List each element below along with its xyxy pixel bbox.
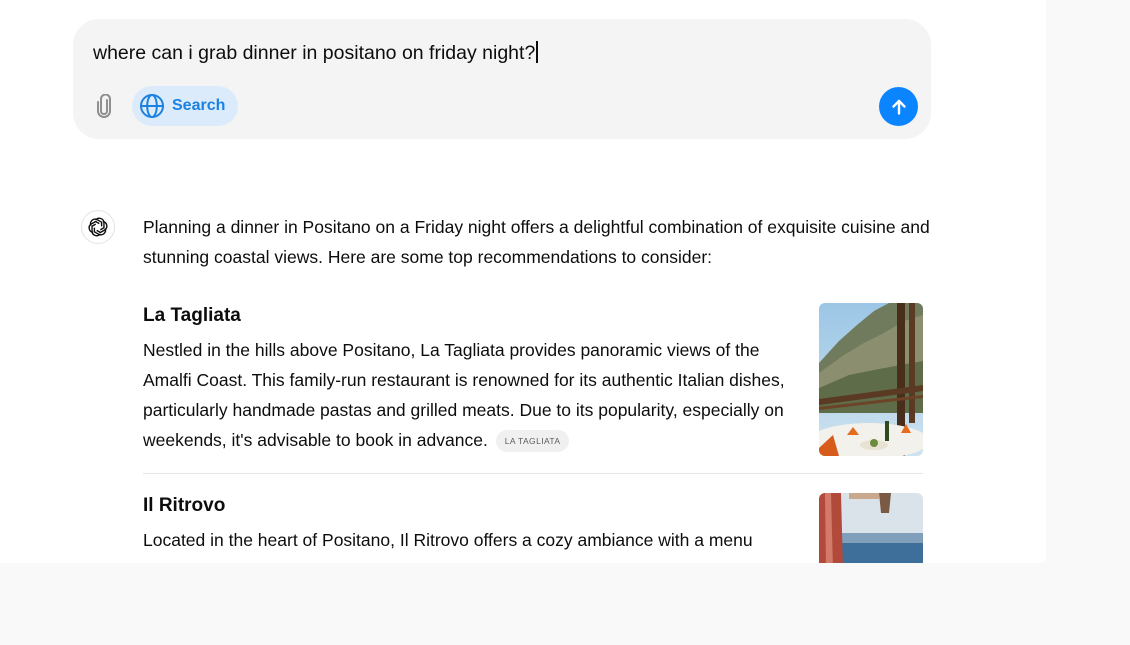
- attach-button[interactable]: [91, 92, 117, 120]
- search-label: Search: [172, 97, 226, 114]
- restaurant-photo[interactable]: [819, 493, 923, 563]
- recommendation-card: Il Ritrovo Located in the heart of Posit…: [143, 493, 923, 563]
- message-input-text: where can i grab dinner in positano on f…: [93, 42, 536, 64]
- search-toggle-button[interactable]: Search: [132, 86, 238, 126]
- message-composer: where can i grab dinner in positano on f…: [73, 19, 931, 139]
- recommendation-description: Located in the heart of Positano, Il Rit…: [143, 530, 753, 550]
- chat-canvas: where can i grab dinner in positano on f…: [0, 0, 1046, 563]
- arrow-up-icon: [891, 99, 906, 115]
- recommendation-description: Nestled in the hills above Positano, La …: [143, 335, 803, 455]
- source-citation-chip[interactable]: LA TAGLIATA: [495, 430, 570, 452]
- response-intro: Planning a dinner in Positano on a Frida…: [143, 217, 930, 267]
- message-input[interactable]: where can i grab dinner in positano on f…: [93, 41, 538, 65]
- recommendation-title: Il Ritrovo: [143, 495, 226, 516]
- send-button[interactable]: [879, 87, 918, 126]
- recommendation-text: Nestled in the hills above Positano, La …: [143, 340, 785, 450]
- text-caret: [536, 41, 538, 63]
- assistant-avatar: [81, 210, 115, 244]
- recommendation-title: La Tagliata: [143, 305, 241, 326]
- recommendation-card: La Tagliata Nestled in the hills above P…: [143, 303, 923, 456]
- paperclip-icon: [97, 94, 111, 118]
- restaurant-photo[interactable]: [819, 303, 923, 456]
- section-divider: [143, 473, 923, 474]
- openai-logo-icon: [88, 217, 108, 237]
- globe-icon: [139, 93, 165, 119]
